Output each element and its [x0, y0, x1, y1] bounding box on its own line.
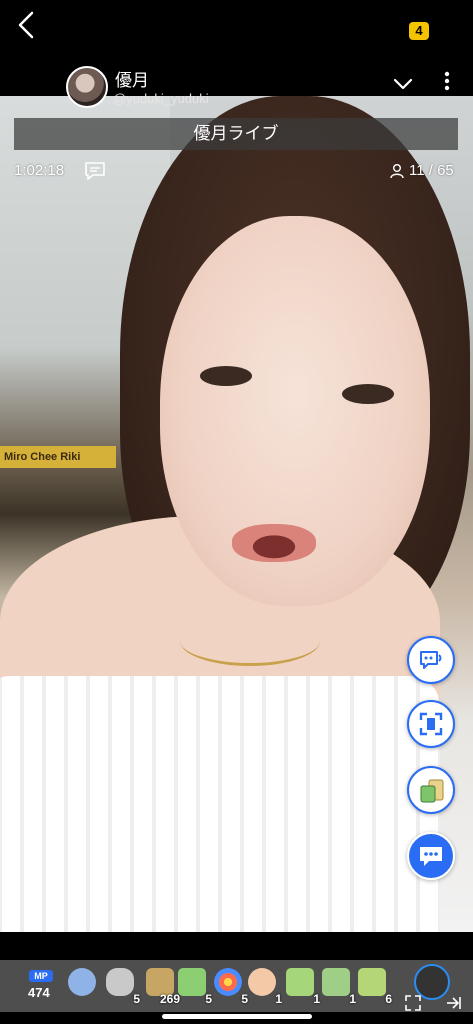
streamer-handle: @yuduki_yuduki: [113, 91, 209, 106]
background-sign: Miro Chee Riki: [0, 446, 116, 468]
chat-bubble-icon: [420, 847, 442, 866]
live-title-bar: 優月ライブ: [14, 118, 458, 150]
left-eye: [200, 366, 252, 386]
live-title: 優月ライブ: [193, 124, 279, 143]
gift-item-clap[interactable]: 1: [242, 960, 282, 1012]
smile-face-icon: [68, 968, 96, 996]
more-vertical-icon[interactable]: [440, 70, 454, 92]
home-indicator[interactable]: [162, 1014, 312, 1019]
gift-count: 6: [385, 992, 392, 1006]
green-card-icon: [178, 968, 206, 996]
mouth: [232, 524, 316, 562]
gift-button[interactable]: [407, 766, 455, 814]
back-arrow-icon[interactable]: [14, 10, 40, 40]
clap-hands-icon: [248, 968, 276, 996]
gift-card-icon: [420, 779, 444, 803]
gift-item-stone[interactable]: 5: [100, 960, 140, 1012]
100-card-icon: [322, 968, 350, 996]
battery-indicator: 4: [409, 22, 429, 40]
gift-item-green-card[interactable]: 5: [172, 960, 212, 1012]
capture-frame-icon: [419, 712, 443, 736]
white-dress: [0, 676, 440, 932]
30-card-icon: [358, 968, 386, 996]
gift-item-30-card[interactable]: 6: [352, 960, 392, 1012]
next-arrow-icon[interactable]: [444, 994, 462, 1012]
chevron-down-icon[interactable]: [392, 76, 414, 92]
necklace: [180, 616, 320, 666]
comment-bubble-icon[interactable]: [84, 160, 106, 182]
right-eye: [342, 384, 394, 404]
chat-button[interactable]: [407, 832, 455, 880]
live-video[interactable]: Miro Chee Riki: [0, 96, 473, 932]
elapsed-time: 1:02:18: [14, 162, 65, 179]
viewer-count: 11 / 65: [409, 162, 454, 179]
streamer-name[interactable]: 優月: [115, 66, 149, 91]
gift-item-leaf-card[interactable]: 1: [280, 960, 320, 1012]
mp-value: 474: [28, 985, 50, 1000]
gift-count: 5: [133, 992, 140, 1006]
viewer-person-icon: [390, 164, 404, 179]
status-bar: 4: [0, 0, 473, 60]
gift-item-100-card[interactable]: 1: [316, 960, 356, 1012]
gift-item-smile[interactable]: [62, 960, 102, 1012]
screen-capture-button[interactable]: [407, 700, 455, 748]
mp-badge: MP: [29, 970, 53, 982]
expand-icon[interactable]: [404, 994, 422, 1012]
fireworks-icon: [214, 968, 242, 996]
leaf-card-icon: [286, 968, 314, 996]
stone-icon: [106, 968, 134, 996]
avatar[interactable]: [66, 66, 108, 108]
speech-wave-icon: [420, 651, 442, 669]
voice-comment-button[interactable]: [407, 636, 455, 684]
